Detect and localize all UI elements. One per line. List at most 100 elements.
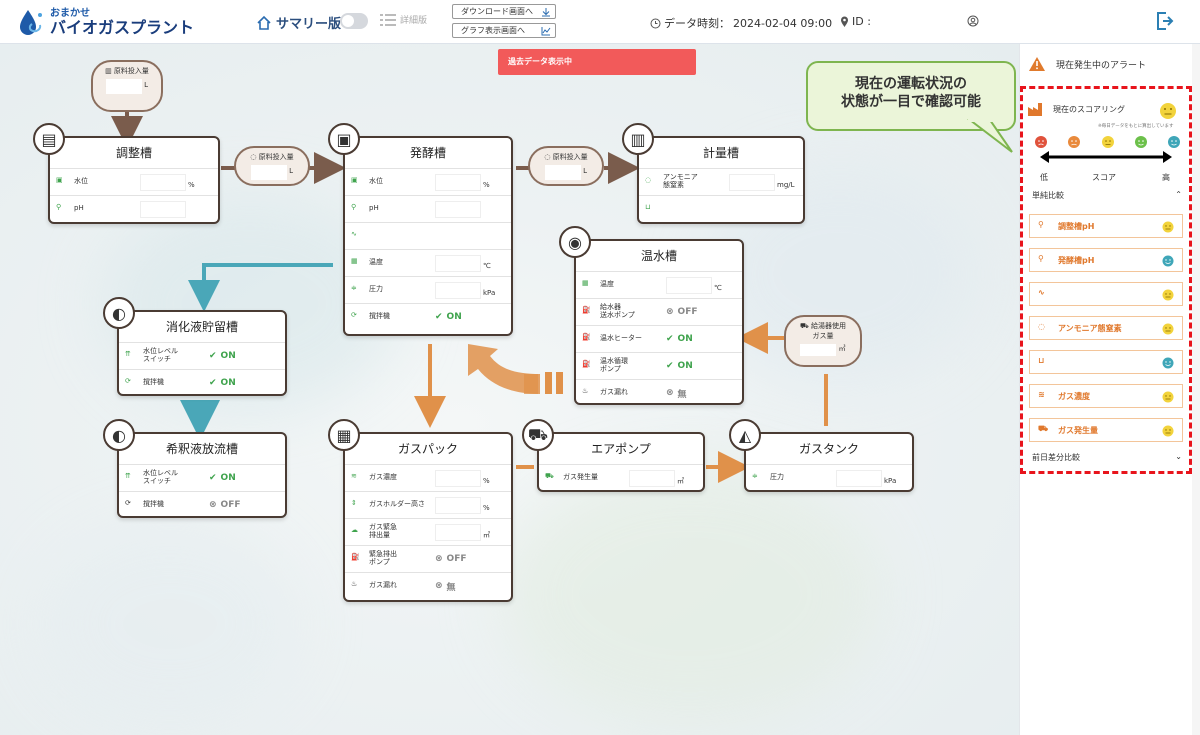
bubble-mid2-unit: L <box>583 167 588 175</box>
logout-icon[interactable] <box>1156 11 1174 31</box>
card-shoka[interactable]: 消化液貯留槽 ⇈ 水位レベル スイッチ ✔ ON ⟳ 撹拌機 ✔ ON <box>117 310 287 396</box>
row-temperature: ▦ 温度 ℃ <box>576 271 742 298</box>
water-level-icon: ▣ <box>351 176 358 184</box>
scoring-title: 現在のスコアリング <box>1053 104 1125 114</box>
user-icon[interactable] <box>967 15 979 27</box>
row-label: 撹拌機 <box>143 378 164 387</box>
card-kishaku[interactable]: 希釈液放流槽 ⇈ 水位レベル スイッチ ✔ ON ⟳ 撹拌機 ⊗ OFF <box>117 432 287 518</box>
row-agitator: ⟳ 撹拌機 ⊗ OFF <box>119 491 285 518</box>
status-text: ON <box>220 473 236 483</box>
summary-view-link[interactable]: サマリー版 <box>256 13 341 32</box>
unit: % <box>483 477 490 485</box>
unit: ㎥ <box>677 477 684 485</box>
score-item-label: アンモニア態窒素 <box>1058 323 1122 333</box>
card-airpump[interactable]: エアポンプ ⛟ ガス発生量 ㎥ <box>537 432 705 492</box>
drop-icon: ◌ <box>544 153 551 161</box>
row-label: 水位 <box>369 177 383 186</box>
view-toggle[interactable] <box>340 13 368 29</box>
fire-icon: ♨ <box>351 580 358 588</box>
id-label: ID : <box>852 15 871 28</box>
card-title: 消化液貯留槽 <box>165 320 238 334</box>
scoring-note: ※毎日データをもとに算出しています <box>1098 124 1174 129</box>
scale-low: 低 <box>1040 173 1048 182</box>
score-item-hakko-ph[interactable]: ⚲ 発酵槽pH <box>1029 248 1183 272</box>
face-very-good-icon <box>1162 255 1174 267</box>
card-title: 計量槽 <box>702 146 739 160</box>
detail-view-link[interactable]: 詳細版 <box>380 13 427 26</box>
graph-button[interactable]: グラフ表示画面へ <box>452 23 556 38</box>
status-off: ⊗ OFF <box>209 500 241 510</box>
scale-high: 高 <box>1162 173 1170 182</box>
status-on: ✔ ON <box>209 378 236 388</box>
factory-icon <box>1028 103 1042 116</box>
row-gas-leak: ♨ ガス漏れ ⊗ 無 <box>576 379 742 406</box>
bubble-mid2-value <box>544 165 581 180</box>
warning-icon <box>1029 57 1045 71</box>
row-label: ガス緊急 排出量 <box>369 523 435 539</box>
pump-icon: ⛽ <box>351 553 360 561</box>
x-circle-icon: ⊗ <box>209 500 217 510</box>
gaspack-icon: ▦ <box>328 419 360 451</box>
row-level-switch: ⇈ 水位レベル スイッチ ✔ ON <box>119 464 285 491</box>
score-item-gas-concentration[interactable]: ≋ ガス濃度 <box>1029 384 1183 408</box>
alert-header[interactable]: 現在発生中のアラート <box>1028 56 1146 72</box>
check-icon: ✔ <box>209 351 217 361</box>
status-off: ⊗ OFF <box>666 307 698 317</box>
callout-line1: 現在の運転状況の <box>855 76 967 92</box>
prev-compare-toggle[interactable]: 前日差分比較 ⌄ <box>1032 452 1182 463</box>
chart-line-icon <box>541 26 551 35</box>
status-none: ⊗ 無 <box>435 580 456 593</box>
pump-icon: ⛽ <box>582 306 591 314</box>
row-label: ガスホルダー高さ <box>369 500 425 509</box>
row-level-switch: ⇈ 水位レベル スイッチ ✔ ON <box>119 342 285 369</box>
label-line2: 態窒素 <box>663 181 684 189</box>
value-box <box>435 523 481 541</box>
value-box <box>836 469 882 487</box>
value-box <box>140 200 186 218</box>
status-on: ✔ ON <box>209 473 236 483</box>
level-switch-icon: ⇈ <box>125 350 131 358</box>
card-gaspack[interactable]: ガスパック ≋ ガス濃度% ⇕ ガスホルダー高さ% ☁ ガス緊急 排出量㎥ ⛽ 緊急排出ポ… <box>343 432 513 602</box>
card-title: 温水槽 <box>640 249 677 263</box>
card-chosei[interactable]: 調整槽 ▣ 水位% ⚲ pH <box>48 136 220 224</box>
past-data-text: 過去データ表示中 <box>508 57 572 66</box>
water-heater-icon: ◉ <box>559 226 591 258</box>
card-title: エアポンプ <box>591 442 651 456</box>
card-hakko[interactable]: 発酵槽 ▣ 水位% ⚲ pH ∿ ▦ 温度 ℃ ≑ 圧力 kPa ⟳ 撹拌機 ✔ ON <box>343 136 513 336</box>
score-item-gas-generation[interactable]: ⛟ ガス発生量 <box>1029 418 1183 442</box>
sidebar-scrollbar[interactable] <box>1192 44 1200 735</box>
chevron-up-icon: ⌃ <box>1175 190 1182 199</box>
row-gas-generation: ⛟ ガス発生量 ㎥ <box>539 464 703 491</box>
data-time-value: 2024-02-04 09:00 <box>733 16 833 30</box>
face-very-good-icon <box>1162 357 1174 369</box>
row-gas-concentration: ≋ ガス濃度% <box>345 464 511 491</box>
simple-compare-toggle[interactable]: 単純比較 ⌃ <box>1032 190 1182 201</box>
score-item-wave[interactable]: ∿ <box>1029 282 1183 306</box>
card-keiryo[interactable]: 計量槽 ◌ アンモニア 態窒素 mg/L ⊔ <box>637 136 805 224</box>
download-button[interactable]: ダウンロード画面へ <box>452 4 556 19</box>
label-line2: 送水ポンプ <box>600 311 635 319</box>
app-logo[interactable]: おまかせ バイオガスプラント <box>14 6 194 38</box>
face-neutral-icon <box>1162 425 1174 437</box>
hot-gas-value <box>800 344 837 356</box>
card-gastank[interactable]: ガスタンク ≑ 圧力 kPa <box>744 432 914 492</box>
card-title: 発酵槽 <box>409 146 446 160</box>
home-icon <box>257 15 271 30</box>
data-time: データ時刻： 2024-02-04 09:00 <box>650 15 832 31</box>
x-circle-icon: ⊗ <box>435 581 443 591</box>
clipboard-icon: ▥ <box>622 123 654 155</box>
bubble-top-value <box>105 79 142 94</box>
status-none: ⊗ 無 <box>666 387 687 400</box>
row-heater: ⛽ 温水ヒーター ✔ ON <box>576 325 742 352</box>
check-icon: ✔ <box>209 473 217 483</box>
card-onsui[interactable]: 温水槽 ▦ 温度 ℃ ⛽ 給水器 送水ポンプ ⊗ OFF ⛽ 温水ヒーター ✔ ON ⛽ 温水循環ポ… <box>574 239 744 405</box>
pressure-icon: ≑ <box>752 472 758 480</box>
score-item-chosei-ph[interactable]: ⚲ 調整槽pH <box>1029 214 1183 238</box>
row-label: 緊急排出 ポンプ <box>369 550 435 566</box>
bubble-mid2-label: 原料投入量 <box>552 153 588 161</box>
status-on: ✔ ON <box>209 351 236 361</box>
hot-water-gas-bubble: ⛟ 給湯器使用 ガス量 ㎥ <box>784 315 862 367</box>
score-item-ammonia[interactable]: ◌ アンモニア態窒素 <box>1029 316 1183 340</box>
score-item-beaker[interactable]: ⊔ <box>1029 350 1183 374</box>
unit: kPa <box>483 289 496 297</box>
